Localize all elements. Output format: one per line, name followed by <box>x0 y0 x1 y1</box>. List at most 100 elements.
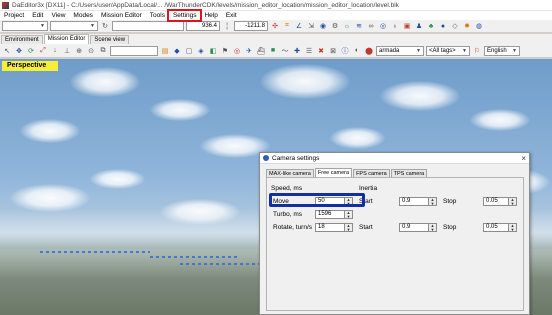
area-icon[interactable]: ◧ <box>208 46 218 56</box>
record-icon[interactable]: ⬤ <box>364 46 374 56</box>
cloud <box>330 127 385 149</box>
spin-arrows[interactable]: ▲ ▼ <box>429 197 437 206</box>
search-input[interactable] <box>110 45 158 56</box>
eye-icon[interactable]: ◎ <box>378 21 388 31</box>
tab-tps-camera[interactable]: TPS camera <box>390 169 428 177</box>
menu-modes[interactable]: Modes <box>69 11 97 20</box>
move-stop-field[interactable]: 0.05 <box>483 197 509 206</box>
sphere-icon[interactable]: ● <box>438 21 448 31</box>
target-icon[interactable]: ◎ <box>232 46 242 56</box>
rotate-start-field[interactable]: 0.9 <box>399 223 429 232</box>
camera-icon[interactable]: ◉ <box>318 21 328 31</box>
tab-free-camera[interactable]: Free camera <box>314 168 353 177</box>
chevron-down-icon[interactable]: ▼ <box>345 227 352 232</box>
waypoint-icon[interactable]: ◈ <box>196 46 206 56</box>
sun-icon[interactable]: ✹ <box>462 21 472 31</box>
turbo-speed-spinner[interactable]: 1596 ▲ ▼ <box>315 210 353 219</box>
menu-view[interactable]: View <box>47 11 69 20</box>
drop-icon[interactable]: ↓ <box>50 46 60 56</box>
coord-x-field[interactable]: 936.4 <box>186 21 220 31</box>
pivot-icon[interactable]: ⊙ <box>86 46 96 56</box>
ship-icon[interactable]: ⛴ <box>256 46 266 56</box>
rotate-start-spinner[interactable]: 0.9 ▲ ▼ <box>399 223 437 232</box>
unit-icon[interactable]: ◆ <box>172 46 182 56</box>
snap-icon[interactable]: ✣ <box>270 21 280 31</box>
scale-icon[interactable]: ⤢ <box>38 46 48 56</box>
hide-icon[interactable]: ◐ <box>352 46 362 56</box>
plane-icon[interactable]: ✈ <box>244 46 254 56</box>
tank-icon[interactable]: ■ <box>268 46 278 56</box>
layer-select[interactable]: armada ▼ <box>376 45 424 56</box>
angle-snap-icon[interactable]: ∠ <box>294 21 304 31</box>
rotate-speed-spinner[interactable]: 18 ▲ ▼ <box>315 223 353 232</box>
align-icon[interactable]: ⊥ <box>62 46 72 56</box>
chevron-down-icon[interactable]: ▼ <box>429 201 436 206</box>
mode-select[interactable]: ▼ <box>2 21 48 31</box>
tab-fps-camera[interactable]: FPS camera <box>353 169 390 177</box>
person-icon[interactable]: ♟ <box>414 21 424 31</box>
tab-environment[interactable]: Environment <box>1 35 43 44</box>
menu-mission-editor[interactable]: Mission Editor <box>97 11 146 20</box>
center-icon[interactable]: ⊕ <box>74 46 84 56</box>
menu-edit[interactable]: Edit <box>28 11 47 20</box>
move-icon[interactable]: ✥ <box>14 46 24 56</box>
info-icon[interactable]: ⓘ <box>340 46 350 56</box>
chevron-down-icon[interactable]: ▼ <box>509 227 516 232</box>
move-start-field[interactable]: 0.9 <box>399 197 429 206</box>
chevron-down-icon[interactable]: ▼ <box>429 227 436 232</box>
clone-icon[interactable]: ⧉ <box>98 46 108 56</box>
spin-arrows[interactable]: ▲ ▼ <box>509 197 517 206</box>
gear-icon[interactable]: ⚙ <box>330 21 340 31</box>
water-icon[interactable]: ≋ <box>354 21 364 31</box>
car-icon[interactable]: ▣ <box>402 21 412 31</box>
menu-exit[interactable]: Exit <box>222 11 241 20</box>
close-icon[interactable]: × <box>521 154 526 163</box>
move-stop-spinner[interactable]: 0.05 ▲ ▼ <box>483 197 517 206</box>
tab-scene-view[interactable]: Scene view <box>90 35 130 44</box>
path-icon[interactable]: 〜 <box>280 46 290 56</box>
chevron-down-icon[interactable]: ▼ <box>509 201 516 206</box>
menu-settings[interactable]: Settings <box>166 9 203 22</box>
spin-arrows[interactable]: ▲ ▼ <box>345 223 353 232</box>
zone-icon[interactable]: ▢ <box>184 46 194 56</box>
object-select[interactable]: ▼ <box>50 21 98 31</box>
bulb-icon[interactable]: ♁ <box>390 21 400 31</box>
rotate-stop-spinner[interactable]: 0.05 ▲ ▼ <box>483 223 517 232</box>
tags-select[interactable]: <All tags> ▼ <box>426 45 470 56</box>
delete-icon[interactable]: ✖ <box>316 46 326 56</box>
spin-arrows[interactable]: ▲ ▼ <box>429 223 437 232</box>
rotate-speed-field[interactable]: 18 <box>315 223 345 232</box>
tab-mission-editor[interactable]: Mission Editor <box>43 34 90 44</box>
rotate-icon[interactable]: ⟳ <box>26 46 36 56</box>
menu-tools[interactable]: Tools <box>146 11 169 20</box>
tree-icon[interactable]: ♣ <box>426 21 436 31</box>
globe-icon[interactable]: ◍ <box>474 21 484 31</box>
menu-help[interactable]: Help <box>200 11 221 20</box>
refresh-icon[interactable]: ↻ <box>100 21 110 31</box>
trigger-icon[interactable]: ⚑ <box>220 46 230 56</box>
rotate-stop-field[interactable]: 0.05 <box>483 223 509 232</box>
scale-snap-icon[interactable]: ⇲ <box>306 21 316 31</box>
spin-arrows[interactable]: ▲ ▼ <box>509 223 517 232</box>
menu-project[interactable]: Project <box>0 11 28 20</box>
wireframe-icon[interactable]: ◇ <box>450 21 460 31</box>
link-icon[interactable]: ∞ <box>366 21 376 31</box>
grid-snap-icon[interactable]: ⌗ <box>282 21 292 31</box>
turbo-speed-field[interactable]: 1596 <box>315 210 345 219</box>
lock-icon[interactable]: ⊠ <box>328 46 338 56</box>
list-icon[interactable]: ☰ <box>304 46 314 56</box>
spawn-icon[interactable]: ✚ <box>292 46 302 56</box>
select-icon[interactable]: ↖ <box>2 46 12 56</box>
language-select[interactable]: English ▼ <box>484 45 520 56</box>
chevron-down-icon[interactable]: ▼ <box>345 214 352 219</box>
move-row-highlight <box>269 193 365 207</box>
speed-header: Speed, ms <box>271 185 303 192</box>
lighting-icon[interactable]: ☼ <box>342 21 352 31</box>
tab-max-like-camera[interactable]: MAX-like camera <box>266 169 314 177</box>
folder-icon[interactable]: ▤ <box>160 46 170 56</box>
move-start-spinner[interactable]: 0.9 ▲ ▼ <box>399 197 437 206</box>
flag-icon[interactable]: ⚐ <box>472 46 482 56</box>
spin-arrows[interactable]: ▲ ▼ <box>345 210 353 219</box>
coord-z-field[interactable]: -1211.8 <box>234 21 268 31</box>
coord-field-1[interactable] <box>112 21 184 31</box>
